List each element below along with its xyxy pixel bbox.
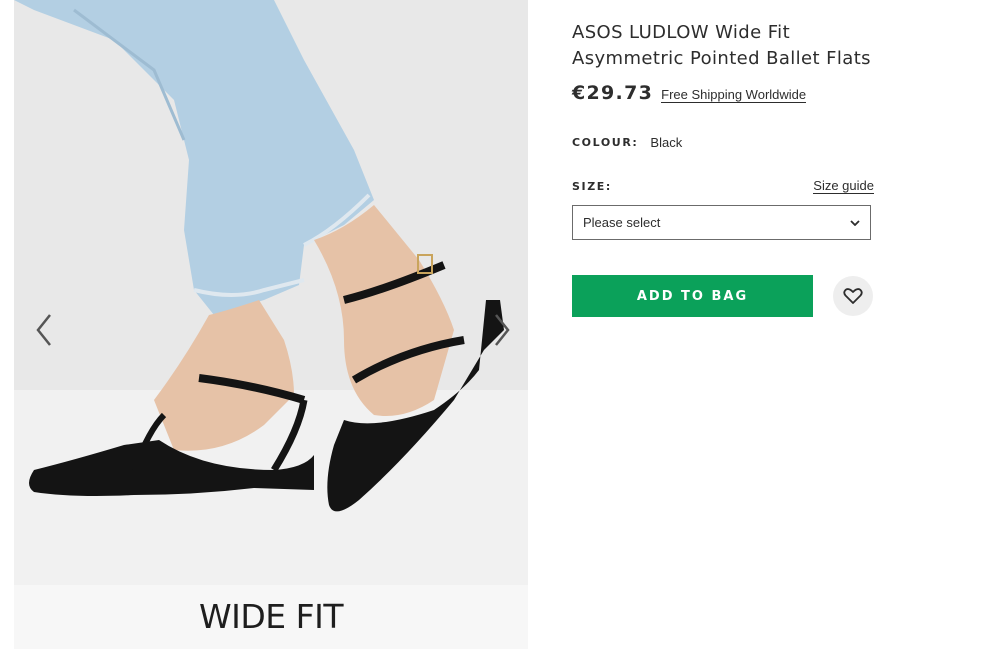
size-guide-link[interactable]: Size guide	[813, 178, 874, 194]
heart-icon	[843, 288, 863, 304]
image-caption: WIDE FIT	[14, 585, 528, 649]
chevron-down-icon	[850, 219, 860, 226]
gallery-prev-button[interactable]	[30, 310, 60, 350]
size-select-value: Please select	[583, 215, 661, 230]
chevron-left-icon	[36, 314, 51, 346]
colour-row: COLOUR: Black	[572, 135, 874, 150]
colour-label: COLOUR:	[572, 136, 639, 149]
colour-value: Black	[650, 135, 683, 150]
save-for-later-button[interactable]	[833, 276, 873, 316]
size-row: SIZE: Size guide	[572, 178, 874, 194]
product-image-gallery: WIDE FIT	[14, 0, 528, 649]
size-select[interactable]: Please select	[572, 205, 871, 240]
purchase-actions: ADD TO BAG	[572, 275, 874, 317]
product-title: ASOS LUDLOW Wide Fit Asymmetric Pointed …	[572, 22, 871, 69]
product-details: ASOS LUDLOW Wide Fit Asymmetric Pointed …	[572, 20, 874, 317]
add-to-bag-button[interactable]: ADD TO BAG	[572, 275, 813, 317]
price-row: €29.73 Free Shipping Worldwide	[572, 82, 874, 104]
gallery-next-button[interactable]	[486, 310, 516, 350]
product-photo	[14, 0, 528, 590]
free-shipping-link[interactable]: Free Shipping Worldwide	[661, 87, 807, 103]
size-label: SIZE:	[572, 179, 612, 193]
product-price: €29.73	[572, 82, 654, 104]
chevron-right-icon	[495, 314, 510, 346]
